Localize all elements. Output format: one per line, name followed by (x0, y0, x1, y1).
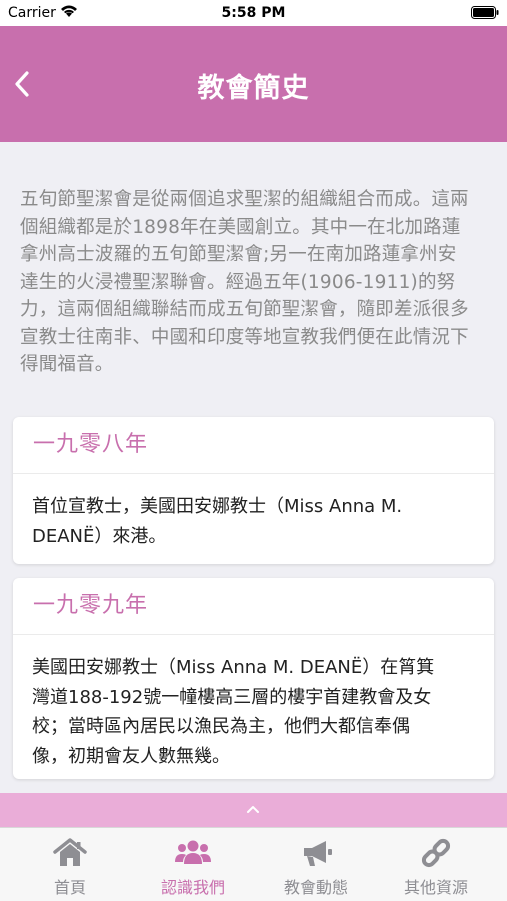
timeline-year: 一九零九年 (13, 578, 494, 635)
battery-icon (471, 6, 499, 19)
page-title: 教會簡史 (197, 73, 310, 104)
timeline-line: 灣道188-192號一幢樓高三層的樓宇首建教會及女 (32, 686, 432, 708)
timeline-year: 一九零八年 (13, 417, 494, 474)
scroll-to-top-bar[interactable] (0, 793, 507, 827)
intro-paragraph: 五旬節聖潔會是從兩個追求聖潔的組織組合而成。這兩 個組織都是於1898年在美國創… (20, 186, 488, 379)
timeline-text: 美國田安娜教士（Miss Anna M. DEANË）在筲箕 灣道188-192… (13, 635, 494, 771)
timeline-line: 校；當時區內居民以漁民為主，他們大都信奉偶 (32, 716, 410, 737)
megaphone-icon (304, 841, 332, 866)
group-icon (175, 840, 211, 864)
timeline-card-1909: 一九零九年 美國田安娜教士（Miss Anna M. DEANË）在筲箕 灣道1… (13, 578, 494, 779)
tab-about-us[interactable]: 認識我們 (130, 828, 256, 901)
intro-line: 力，這兩個組織聯結而成五旬節聖潔會，隨即差派很多 (20, 299, 469, 320)
intro-line: 得聞福音。 (20, 354, 114, 375)
tab-home[interactable]: 首頁 (7, 828, 133, 901)
timeline-line: 美國田安娜教士（Miss Anna M. DEANË）在筲箕 (32, 657, 435, 678)
tab-label: 教會動態 (283, 878, 348, 897)
status-time: 5:58 PM (221, 5, 286, 21)
timeline-text: 首位宣教士，美國田安娜教士（Miss Anna M. DEANË）來港。 (13, 474, 494, 551)
tab-label: 首頁 (53, 878, 86, 897)
tab-church-news[interactable]: 教會動態 (253, 828, 379, 901)
timeline-line: DEANË）來港。 (32, 525, 167, 547)
tab-other-resources[interactable]: 其他資源 (373, 828, 499, 901)
timeline-line: 首位宣教士，美國田安娜教士（Miss Anna M. (32, 496, 403, 517)
intro-line: 達生的火浸禮聖潔聯會。經過五年(1906-1911)的努 (20, 271, 456, 293)
tab-label: 認識我們 (160, 878, 225, 897)
intro-line: 五旬節聖潔會是從兩個追求聖潔的組織組合而成。這兩 (20, 189, 469, 210)
home-icon (53, 838, 87, 866)
timeline-line: 像，初期會友人數無幾。 (32, 745, 230, 767)
intro-line: 宣教士往南非、中國和印度等地宣教我們便在此情況下 (20, 326, 469, 348)
intro-line: 個組織都是於1898年在美國創立。其中一在北加路蓮 (20, 216, 461, 238)
tab-label: 其他資源 (403, 878, 468, 897)
intro-line: 拿州高士波羅的五旬節聖潔會;另一在南加路蓮拿州安 (20, 244, 457, 265)
status-bar: Carrier 5:58 PM (0, 0, 507, 26)
chevron-up-icon[interactable] (245, 803, 261, 815)
tab-bar: 首頁 認識我們 教會動態 其他資源 (0, 827, 507, 901)
link-icon (421, 838, 451, 868)
timeline-card-1908: 一九零八年 首位宣教士，美國田安娜教士（Miss Anna M. DEANË）來… (13, 417, 494, 564)
navigation-bar: 教會簡史 (0, 26, 507, 142)
